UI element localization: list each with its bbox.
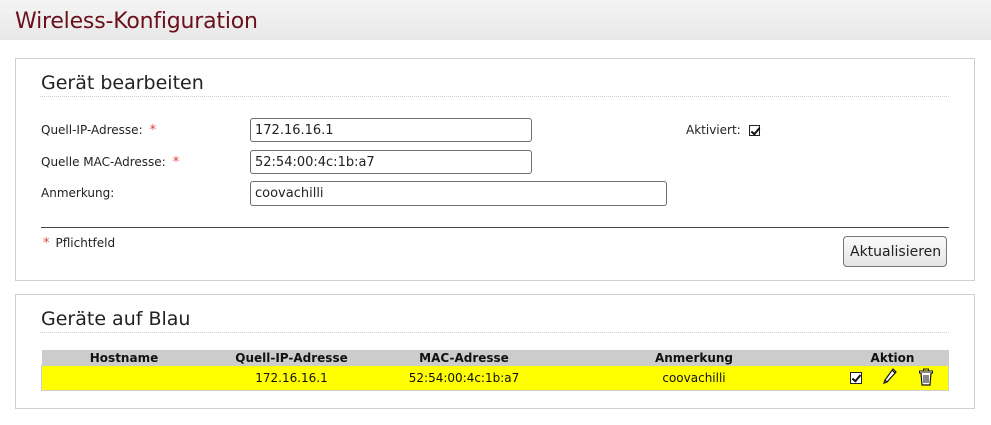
cell-mac: 52:54:00:4c:1b:a7 bbox=[376, 365, 552, 391]
page-title: Wireless-Konfiguration bbox=[15, 9, 258, 34]
cell-actions bbox=[836, 365, 949, 391]
required-marker: * bbox=[149, 123, 157, 138]
remark-input[interactable] bbox=[250, 181, 667, 206]
source-mac-input[interactable] bbox=[250, 150, 532, 174]
devices-table: Hostname Quell-IP-Adresse MAC-Adresse An… bbox=[41, 350, 949, 391]
cell-source-ip: 172.16.16.1 bbox=[206, 365, 377, 391]
required-legend-mark: * bbox=[43, 236, 50, 251]
devices-panel: Geräte auf Blau Hostname Quell-IP-Adress… bbox=[15, 294, 975, 409]
column-header-hostname: Hostname bbox=[41, 350, 207, 366]
cell-hostname bbox=[41, 365, 207, 391]
enabled-field: Aktiviert: bbox=[686, 123, 760, 137]
update-button[interactable]: Aktualisieren bbox=[843, 236, 947, 267]
table-row: 172.16.16.1 52:54:00:4c:1b:a7 coovachill… bbox=[41, 365, 949, 391]
edit-panel-title: Gerät bearbeiten bbox=[41, 72, 204, 94]
cell-remark: coovachilli bbox=[551, 365, 837, 391]
devices-panel-title-rule bbox=[40, 332, 949, 333]
toggle-enabled-icon[interactable] bbox=[850, 372, 863, 384]
column-header-action: Aktion bbox=[836, 350, 949, 366]
enabled-checkbox[interactable] bbox=[748, 125, 760, 136]
required-marker: * bbox=[172, 155, 180, 170]
required-legend-text: Pflichtfeld bbox=[55, 236, 116, 250]
enabled-label: Aktiviert: bbox=[686, 123, 741, 137]
required-legend: * Pflichtfeld bbox=[41, 236, 115, 251]
column-header-remark: Anmerkung bbox=[551, 350, 837, 366]
edit-pencil-icon[interactable] bbox=[882, 367, 898, 389]
remark-label: Anmerkung: bbox=[41, 186, 115, 200]
column-header-mac: MAC-Adresse bbox=[376, 350, 552, 366]
source-ip-label: Quell-IP-Adresse: * bbox=[41, 123, 156, 138]
source-ip-label-text: Quell-IP-Adresse: bbox=[41, 123, 143, 137]
devices-panel-title: Geräte auf Blau bbox=[41, 308, 191, 330]
source-mac-label: Quelle MAC-Adresse: * bbox=[41, 155, 179, 170]
form-divider bbox=[41, 227, 949, 228]
table-header-row: Hostname Quell-IP-Adresse MAC-Adresse An… bbox=[41, 350, 949, 366]
source-ip-input[interactable] bbox=[250, 118, 532, 142]
source-mac-label-text: Quelle MAC-Adresse: bbox=[41, 155, 166, 169]
column-header-source-ip: Quell-IP-Adresse bbox=[206, 350, 377, 366]
delete-trash-icon[interactable] bbox=[918, 368, 934, 389]
edit-device-panel: Gerät bearbeiten Quell-IP-Adresse: * Quel… bbox=[15, 58, 975, 281]
page-header: Wireless-Konfiguration bbox=[0, 0, 991, 40]
edit-panel-title-rule bbox=[40, 96, 949, 97]
